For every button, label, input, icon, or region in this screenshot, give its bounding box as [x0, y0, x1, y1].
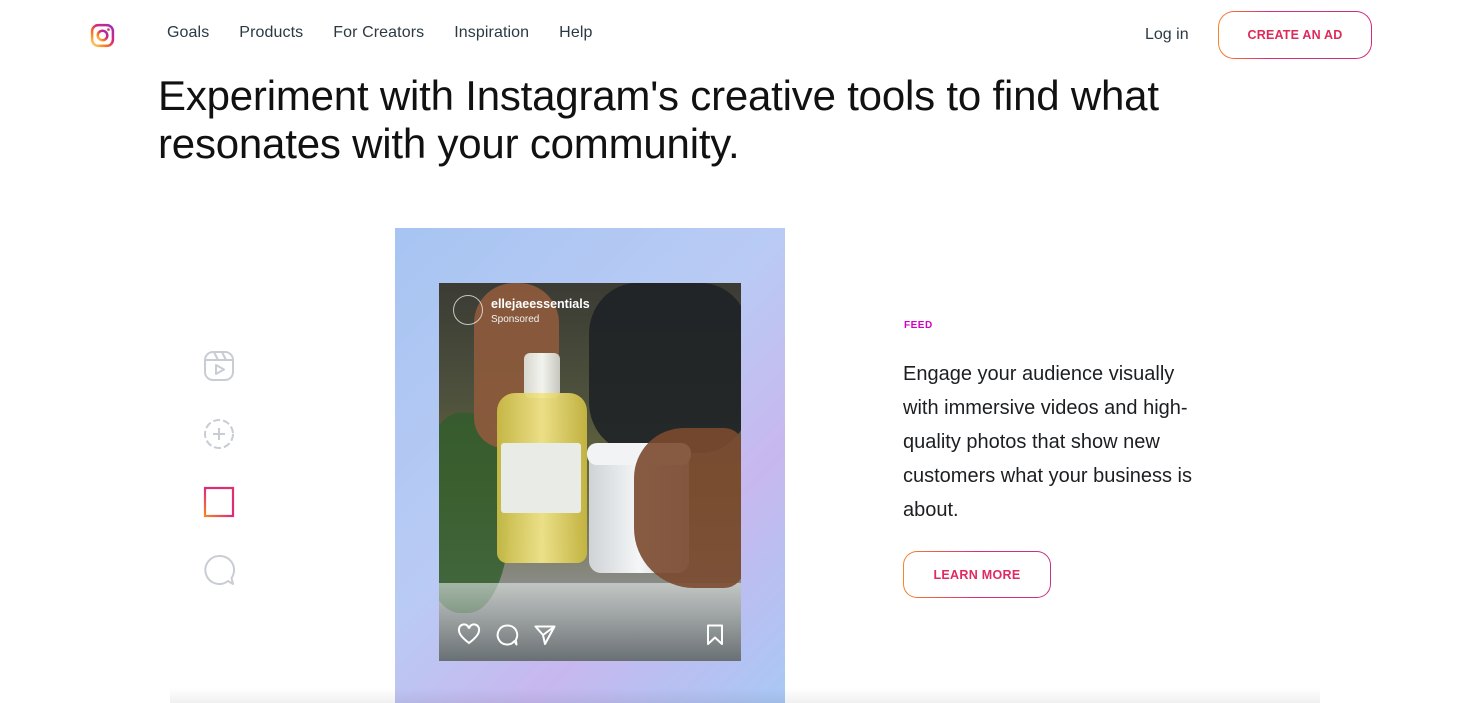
post-avatar[interactable]	[453, 295, 483, 325]
post-bottle-label	[501, 443, 581, 513]
feed-preview-panel: ellejaeessentials Sponsored	[395, 228, 785, 703]
post-hand-right	[634, 428, 741, 588]
feature-description: Engage your audience visually with immer…	[903, 363, 1193, 521]
learn-more-button-label: LEARN MORE	[904, 552, 1050, 597]
learn-more-button[interactable]: LEARN MORE	[903, 551, 1051, 598]
post-sponsored-label: Sponsored	[491, 314, 540, 325]
nav-link-help[interactable]: Help	[559, 24, 592, 42]
nav-link-goals[interactable]: Goals	[167, 24, 209, 42]
nav-links: Goals Products For Creators Inspiration …	[167, 24, 622, 42]
page-headline: Experiment with Instagram's creative too…	[158, 72, 1159, 167]
instagram-logo-icon[interactable]	[90, 23, 115, 48]
feed-grid-icon[interactable]	[202, 485, 236, 519]
comment-icon[interactable]	[495, 623, 519, 647]
post-bottle-neck	[524, 353, 560, 398]
top-navigation: Goals Products For Creators Inspiration …	[0, 0, 1476, 72]
share-icon[interactable]	[533, 623, 557, 647]
reels-icon[interactable]	[202, 349, 236, 383]
create-ad-button-label: CREATE AN AD	[1219, 12, 1371, 58]
messages-icon[interactable]	[202, 553, 236, 587]
stories-icon[interactable]	[202, 417, 236, 451]
heart-icon[interactable]	[457, 623, 481, 647]
section-eyebrow: FEED	[904, 320, 933, 331]
bookmark-icon[interactable]	[703, 623, 727, 647]
post-action-bar	[457, 623, 727, 647]
nav-link-products[interactable]: Products	[239, 24, 303, 42]
post-table-reflection	[439, 583, 741, 661]
nav-link-for-creators[interactable]: For Creators	[333, 24, 424, 42]
create-ad-button[interactable]: CREATE AN AD	[1218, 11, 1372, 59]
post-username[interactable]: ellejaeessentials	[491, 297, 590, 311]
login-link[interactable]: Log in	[1145, 26, 1189, 44]
sponsored-post-preview: ellejaeessentials Sponsored	[439, 283, 741, 661]
section-divider-shadow	[170, 688, 1320, 703]
nav-link-inspiration[interactable]: Inspiration	[454, 24, 529, 42]
